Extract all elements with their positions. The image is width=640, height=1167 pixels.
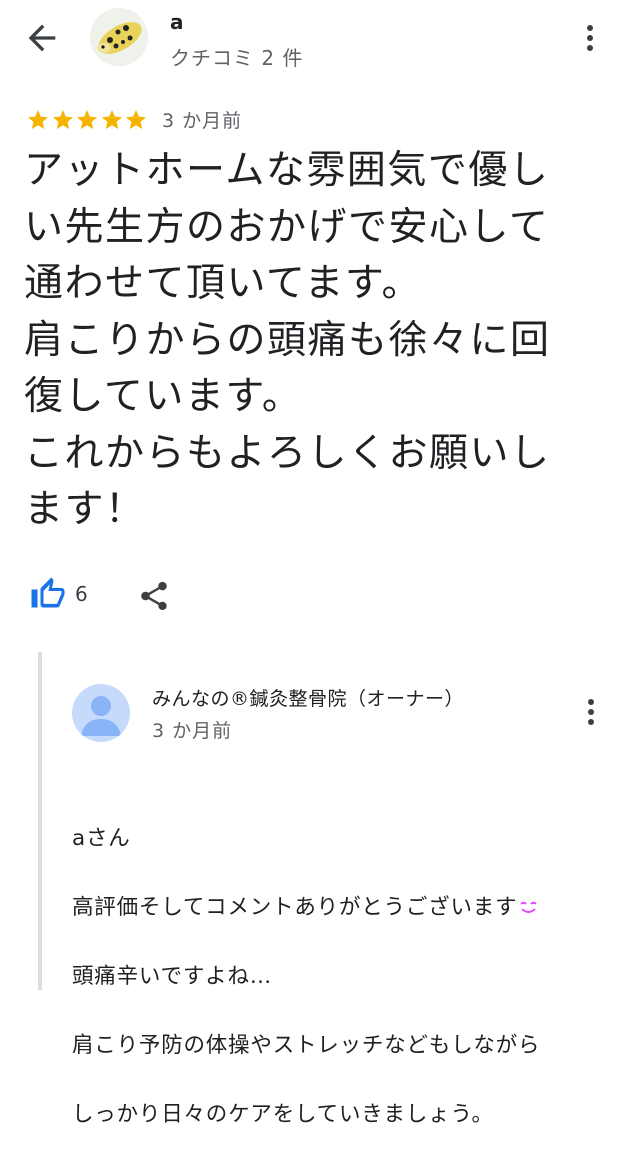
reviewer-avatar[interactable] (90, 8, 148, 66)
back-button[interactable] (22, 18, 62, 58)
review-text: アットホームな雰囲気で優し い先生方のおかげで安心して 通わせて頂いてます。 肩… (24, 148, 551, 532)
more-options-button[interactable] (572, 18, 608, 58)
star-icon (28, 110, 48, 129)
like-count: 6 (75, 582, 88, 606)
reply-line: aさん (72, 825, 131, 851)
arrow-left-icon (28, 24, 56, 52)
star-icon (77, 110, 97, 129)
more-vert-icon (588, 699, 594, 725)
share-icon (141, 581, 167, 611)
more-vert-icon (587, 25, 593, 51)
reply-line: 高評価そしてコメントありがとうございます (72, 894, 518, 920)
star-rating (26, 108, 149, 132)
star-icon (52, 110, 73, 129)
star-icon (101, 110, 122, 129)
reply-line: 頭痛辛いですよね… (72, 963, 273, 989)
reply-line: しっかり日々のケアをしていきましょう。 (72, 1101, 494, 1127)
reviewer-review-count: クチコミ 2 件 (170, 46, 304, 70)
thumb-up-icon (31, 577, 65, 608)
star-icon (126, 110, 146, 129)
smiling-face-icon (517, 894, 541, 916)
review-date: 3 か月前 (162, 110, 243, 132)
reply-line: 肩こり予防の体操やストレッチなどもしながら (72, 1032, 541, 1058)
share-button[interactable] (137, 578, 171, 614)
owner-avatar (72, 684, 130, 742)
reviewer-avatar-image (90, 8, 148, 66)
reply-line-with-emoji: 高評価そしてコメントありがとうございます (72, 891, 632, 926)
reply-more-options-button[interactable] (574, 692, 608, 732)
reply-date: 3 か月前 (152, 720, 233, 742)
reply-indent-bar (38, 652, 42, 990)
like-button[interactable] (30, 576, 66, 612)
reply-text: aさん 高評価そしてコメントありがとうございます 頭痛辛いですよね… 肩こり予防… (72, 787, 632, 1167)
person-icon (81, 696, 121, 736)
reviewer-name[interactable]: a (170, 10, 184, 34)
owner-name: みんなの®鍼灸整骨院（オーナー） (152, 688, 465, 710)
